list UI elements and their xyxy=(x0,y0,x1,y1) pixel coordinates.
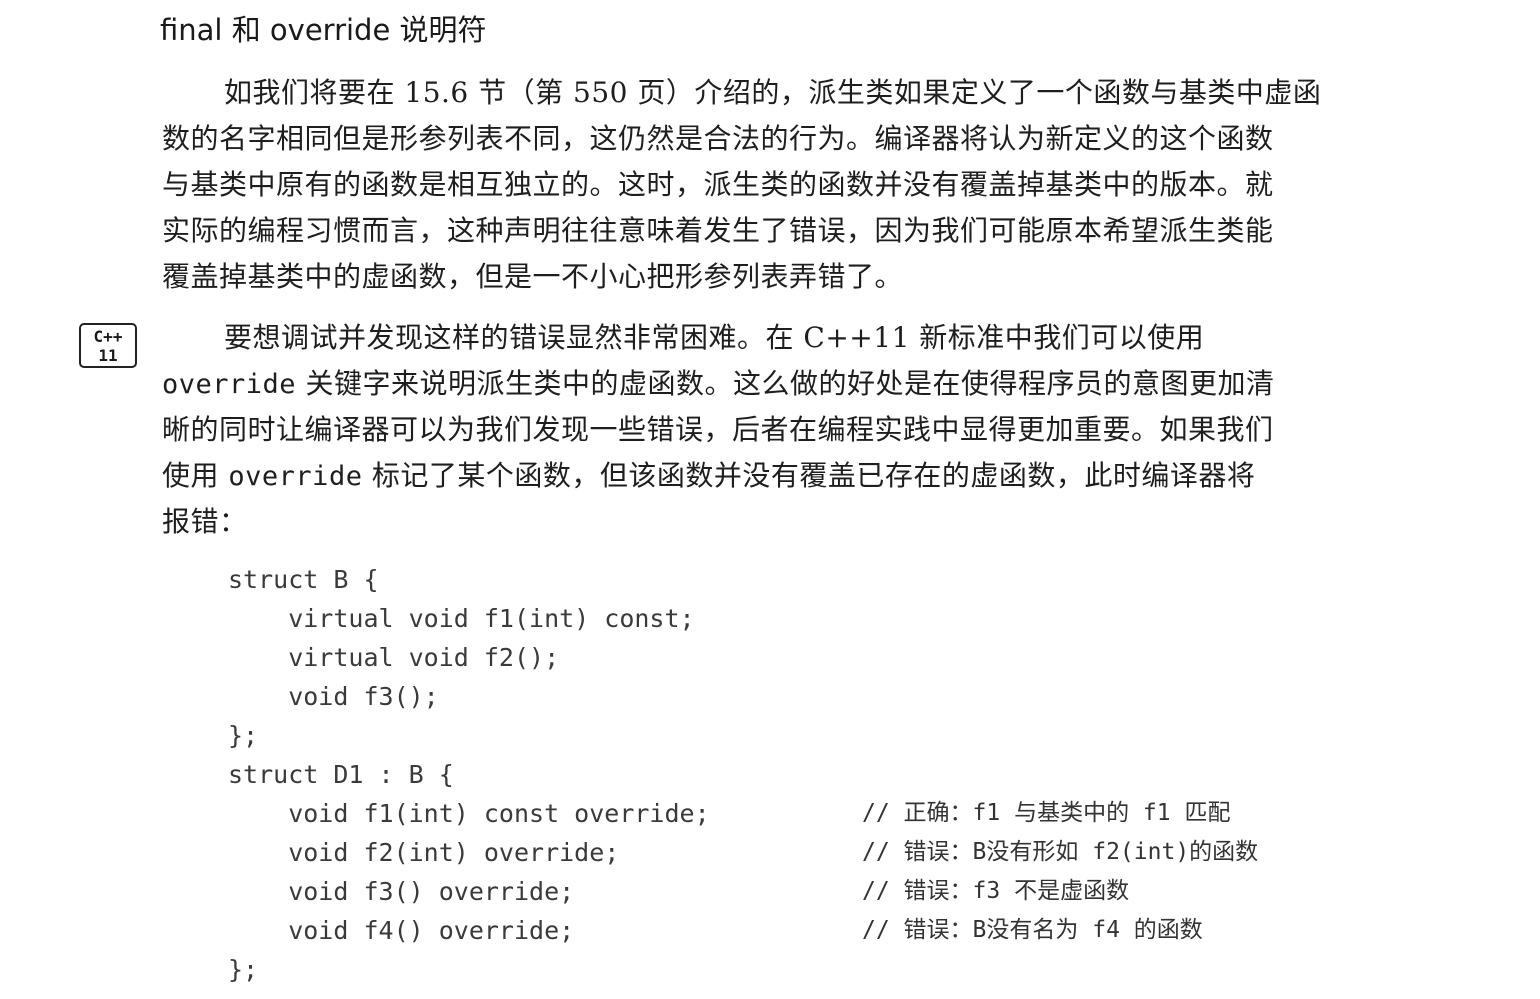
code-line: void f2(int) override; // 错误：B没有形如 f2(int… xyxy=(228,833,1258,872)
paragraph-line: 覆盖掉基类中的虚函数，但是一不小心把形参列表弄错了。 xyxy=(162,260,904,293)
code-line: void f3() override; // 错误：f3 不是虚函数 xyxy=(228,872,1129,911)
code-comment: // 正确：f1 与基类中的 f1 匹配 xyxy=(862,800,1231,826)
cpp11-badge-icon: C++ 11 xyxy=(79,323,137,368)
code-line: virtual void f2(); xyxy=(228,638,559,677)
paragraph-line: 与基类中原有的函数是相互独立的。这时，派生类的函数并没有覆盖掉基类中的版本。就 xyxy=(162,168,1274,201)
code-line: void f3(); xyxy=(228,677,439,716)
paragraph-line: 如我们将要在 15.6 节（第 550 页）介绍的，派生类如果定义了一个函数与基… xyxy=(224,76,1322,109)
code-text: struct D1 : B { xyxy=(228,760,454,789)
code-line: }; xyxy=(228,950,258,989)
paragraph-line: 晰的同时让编译器可以为我们发现一些错误，后者在编程实践中显得更加重要。如果我们 xyxy=(162,413,1274,446)
paragraph-line: 要想调试并发现这样的错误显然非常困难。在 C++11 新标准中我们可以使用 xyxy=(224,321,1205,354)
code-line: }; xyxy=(228,716,258,755)
paragraph-line: 使用 override 标记了某个函数，但该函数并没有覆盖已存在的虚函数，此时编… xyxy=(162,453,1384,499)
code-text: void f4() override; xyxy=(228,916,575,945)
inline-code: override xyxy=(162,369,297,400)
badge-line-2: 11 xyxy=(98,346,118,365)
paragraph-line: 数的名字相同但是形参列表不同，这仍然是合法的行为。编译器将认为新定义的这个函数 xyxy=(162,122,1274,155)
code-text: void f1(int) const override; xyxy=(228,799,710,828)
paragraph-text: 标记了某个函数，但该函数并没有覆盖已存在的虚函数，此时编译器将 xyxy=(362,459,1256,492)
badge-line-1: C++ xyxy=(93,327,123,346)
code-text: void f3() override; xyxy=(228,877,575,906)
paragraph-text: 关键字来说明派生类中的虚函数。这么做的好处是在使得程序员的意图更加清 xyxy=(296,367,1275,400)
code-line: struct D1 : B { xyxy=(228,755,454,794)
code-text: struct B { xyxy=(228,565,379,594)
paragraph-line: 实际的编程习惯而言，这种声明往往意味着发生了错误，因为我们可能原本希望派生类能 xyxy=(162,214,1274,247)
code-text: void f2(int) override; xyxy=(228,838,620,867)
code-comment: // 错误：f3 不是虚函数 xyxy=(862,878,1130,904)
code-comment: // 错误：B没有形如 f2(int)的函数 xyxy=(862,839,1259,865)
paragraph-2: 要想调试并发现这样的错误显然非常困难。在 C++11 新标准中我们可以使用 ov… xyxy=(162,315,1384,545)
code-line: virtual void f1(int) const; xyxy=(228,599,695,638)
paragraph-1: 如我们将要在 15.6 节（第 550 页）介绍的，派生类如果定义了一个函数与基… xyxy=(162,70,1384,300)
code-line: void f4() override; // 错误：B没有名为 f4 的函数 xyxy=(228,911,1203,950)
code-text: virtual void f2(); xyxy=(228,643,560,672)
paragraph-text: 使用 xyxy=(162,459,229,492)
paragraph-line: override 关键字来说明派生类中的虚函数。这么做的好处是在使得程序员的意图… xyxy=(162,361,1384,407)
code-comment: // 错误：B没有名为 f4 的函数 xyxy=(862,917,1203,943)
code-text: }; xyxy=(228,955,259,984)
code-text: }; xyxy=(228,721,259,750)
code-line: struct B { xyxy=(228,560,379,599)
code-text: void f3(); xyxy=(228,682,439,711)
paragraph-line: 报错： xyxy=(162,505,248,538)
code-text: virtual void f1(int) const; xyxy=(228,604,695,633)
inline-code: override xyxy=(228,461,363,492)
code-line: void f1(int) const override; // 正确：f1 与基类… xyxy=(228,794,1230,833)
section-heading: final 和 override 说明符 xyxy=(160,13,487,47)
